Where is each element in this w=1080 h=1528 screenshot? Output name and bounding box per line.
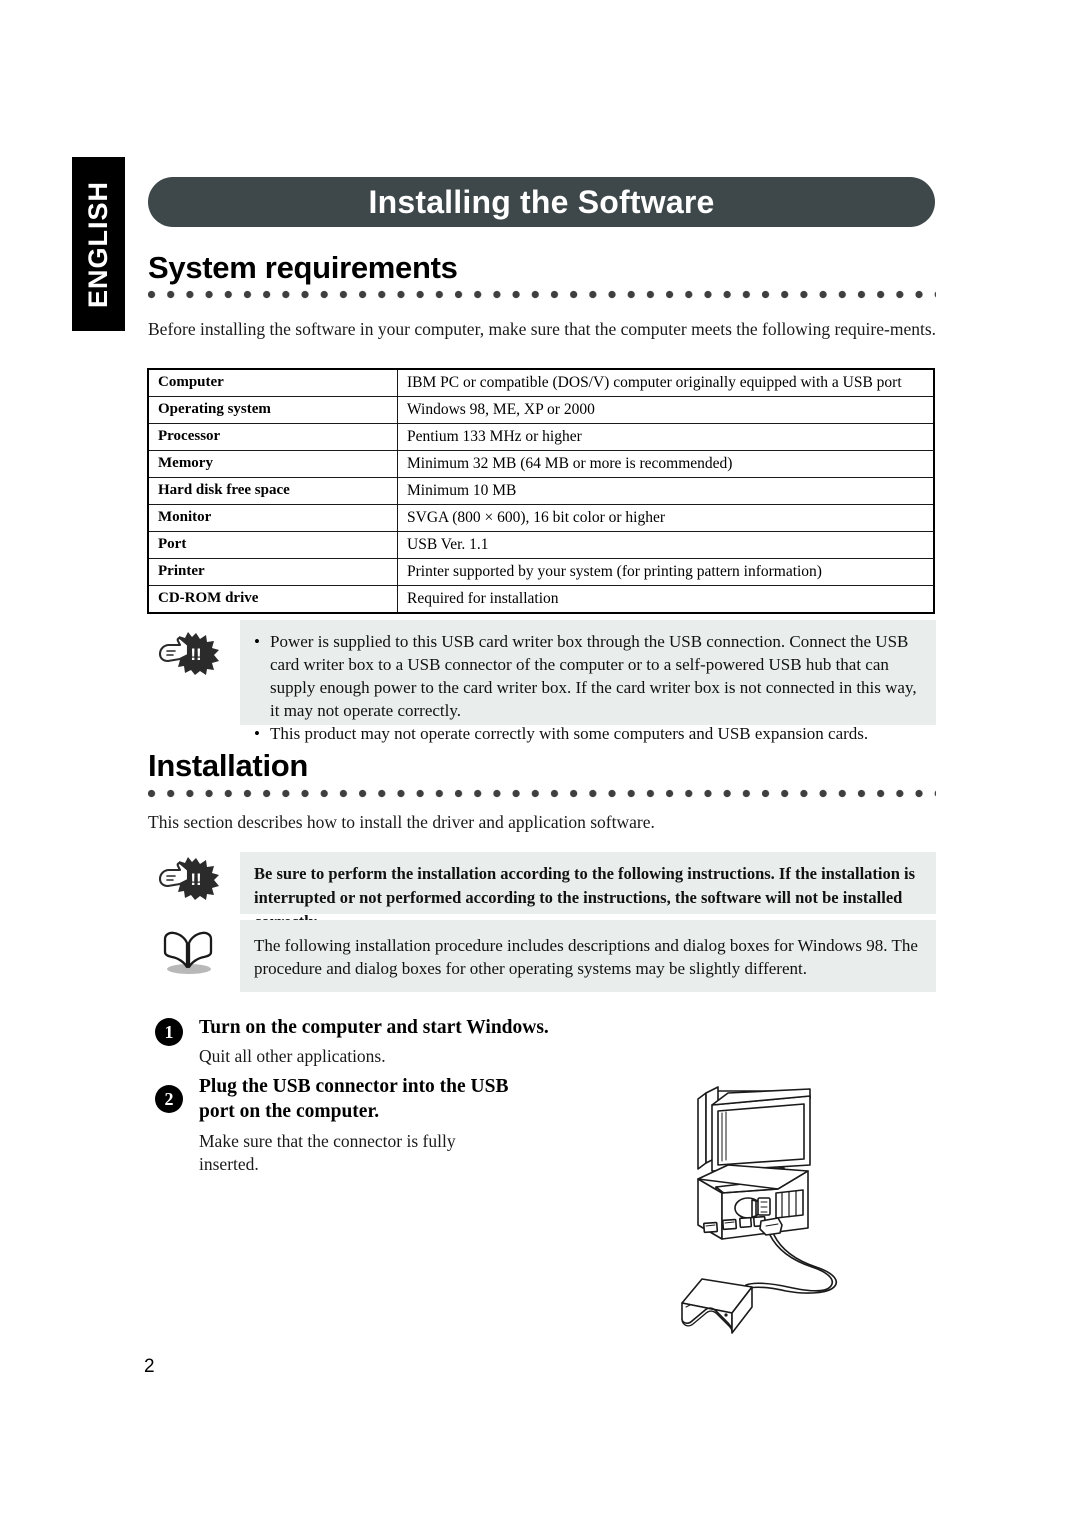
table-cell-key: Memory — [147, 450, 398, 478]
warning-hand-icon: !! — [158, 631, 220, 675]
bullet-marker: • — [254, 632, 260, 651]
svg-text:!!: !! — [190, 870, 201, 889]
table-cell-value: Windows 98, ME, XP or 2000 — [397, 396, 935, 424]
table-cell-value: SVGA (800 × 600), 16 bit color or higher — [397, 504, 935, 532]
table-cell-key: Monitor — [147, 504, 398, 532]
table-cell-key: CD-ROM drive — [147, 585, 398, 614]
desktop-pc-tower — [697, 1164, 809, 1240]
notice-bullet-text: This product may not operate correctly w… — [270, 724, 869, 743]
table-cell-value: Required for installation — [397, 585, 935, 614]
table-row: Printer Printer supported by your system… — [147, 558, 935, 586]
table-row: Processor Pentium 133 MHz or higher — [147, 423, 935, 451]
installation-warning-box: Be sure to perform the installation acco… — [240, 852, 936, 931]
notice-bullet-item: • This product may not operate correctly… — [254, 722, 918, 745]
page-number: 2 — [144, 1356, 155, 1377]
step-body-1: Quit all other applications. — [199, 1046, 386, 1066]
bullet-marker: • — [254, 724, 260, 743]
table-cell-value: Printer supported by your system (for pr… — [397, 558, 935, 586]
table-cell-key: Processor — [147, 423, 398, 451]
table-cell-key: Operating system — [147, 396, 398, 424]
usb-plug — [759, 1217, 783, 1236]
table-cell-value: Minimum 10 MB — [397, 477, 935, 505]
table-row: Port USB Ver. 1.1 — [147, 531, 935, 559]
chapter-title: Installing the Software — [368, 183, 715, 220]
table-cell-key: Computer — [147, 368, 398, 397]
table-cell-value: USB Ver. 1.1 — [397, 531, 935, 559]
table-cell-key: Hard disk free space — [147, 477, 398, 505]
table-cell-value: IBM PC or compatible (DOS/V) computer or… — [397, 368, 935, 397]
table-cell-key: Printer — [147, 558, 398, 586]
table-cell-value: Minimum 32 MB (64 MB or more is recommen… — [397, 450, 935, 478]
notice-bullet-item: • Power is supplied to this USB card wri… — [254, 630, 918, 722]
chapter-title-banner: Installing the Software — [148, 177, 935, 227]
table-row: Hard disk free space Minimum 10 MB — [147, 477, 935, 505]
table-row: Memory Minimum 32 MB (64 MB or more is r… — [147, 450, 935, 478]
step-title-2: Plug the USB connector into the USB port… — [199, 1076, 509, 1122]
notice-bullet-text: Power is supplied to this USB card write… — [270, 632, 917, 720]
language-side-tab: ENGLISH — [72, 157, 125, 331]
installation-intro: This section describes how to install th… — [148, 812, 655, 832]
dot-rule-installation — [148, 789, 936, 798]
table-row: Monitor SVGA (800 × 600), 16 bit color o… — [147, 504, 935, 532]
usb-card-writer-box — [681, 1278, 753, 1334]
manual-page: ENGLISH Installing the Software System r… — [0, 0, 1080, 1528]
step-number-2: 2 — [155, 1085, 183, 1113]
usb-power-notice-box: • Power is supplied to this USB card wri… — [240, 620, 936, 743]
usb-cable — [745, 1234, 838, 1294]
system-requirements-intro: Before installing the software in your c… — [148, 319, 937, 339]
svg-text:!!: !! — [190, 645, 201, 664]
open-book-icon — [160, 925, 216, 977]
table-cell-key: Port — [147, 531, 398, 559]
warning-hand-icon: !! — [158, 856, 220, 900]
table-row: Operating system Windows 98, ME, XP or 2… — [147, 396, 935, 424]
table-row: CD-ROM drive Required for installation — [147, 585, 935, 614]
step-title-1: Turn on the computer and start Windows. — [199, 1017, 549, 1038]
installation-info-text: The following installation procedure inc… — [254, 936, 918, 978]
step-body-2: Make sure that the connector is fully in… — [199, 1131, 456, 1174]
system-requirements-table: Computer IBM PC or compatible (DOS/V) co… — [147, 368, 935, 614]
section-heading-system-requirements: System requirements — [148, 250, 458, 285]
table-row: Computer IBM PC or compatible (DOS/V) co… — [147, 368, 935, 397]
installation-info-box: The following installation procedure inc… — [240, 920, 936, 992]
language-side-tab-label: ENGLISH — [83, 180, 114, 308]
system-requirements-table-body: Computer IBM PC or compatible (DOS/V) co… — [147, 368, 935, 614]
step-number-1: 1 — [155, 1018, 183, 1046]
dot-rule-system-requirements — [148, 290, 936, 299]
section-heading-installation: Installation — [148, 748, 309, 783]
computer-usb-card-writer-diagram — [660, 1065, 960, 1365]
table-cell-value: Pentium 133 MHz or higher — [397, 423, 935, 451]
